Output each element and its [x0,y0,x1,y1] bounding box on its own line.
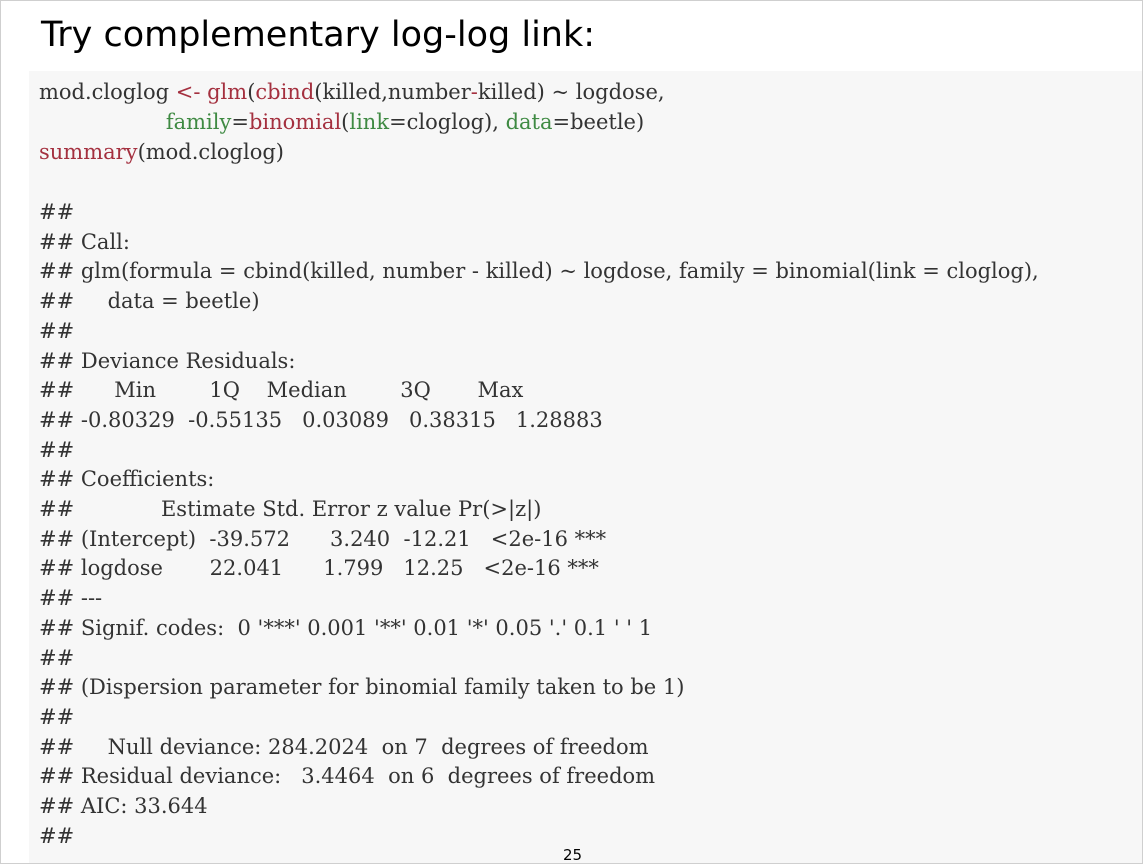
output-line: ## [39,823,75,848]
output-line: ## [39,437,75,462]
code-token: (mod.cloglog) [137,140,284,164]
code-token: - [470,80,478,104]
code-token: =beetle) [552,110,645,134]
code-token: (killed,number [314,80,471,104]
output-line: ## data = beetle) [39,289,260,314]
code-token: = [231,110,249,134]
output-line: ## (Intercept) -39.572 3.240 -12.21 <2e-… [39,526,607,551]
output-line: ## glm(formula = cbind(killed, number - … [39,259,1039,284]
code-token: =cloglog), [389,110,506,134]
code-block: mod.cloglog <- glm(cbind(killed,number-k… [29,71,1142,863]
output-line: ## Residual deviance: 3.4464 on 6 degree… [39,764,656,789]
code-token: family [165,110,232,134]
code-token: summary [39,140,138,164]
output-line: ## [39,200,75,224]
output-line: ## Null deviance: 284.2024 on 7 degrees … [39,734,649,759]
output-line: ## Signif. codes: 0 '***' 0.001 '**' 0.0… [39,615,653,640]
output-line: ## AIC: 33.644 [39,794,208,818]
code-token: killed) ~ logdose, [477,80,665,104]
page-number: 25 [563,846,583,864]
code-token: cbind [255,80,315,104]
output-line: ## --- [39,586,103,611]
code-token: <- [175,80,201,104]
code-token: link [349,110,390,134]
slide-title: Try complementary log-log link: [41,15,596,55]
output-line: ## [39,704,75,729]
output-line: ## Deviance Residuals: [39,348,296,373]
code-token: binomial [248,110,342,134]
output-line: ## Coefficients: [39,467,215,492]
output-line: ## (Dispersion parameter for binomial fa… [39,675,685,700]
slide: Try complementary log-log link: mod.clog… [0,0,1143,864]
code-token: data [505,110,553,134]
code-line: mod.cloglog <- glm(cbind(killed,number-k… [39,77,665,107]
output-line: ## [39,318,75,343]
code-token: mod.cloglog [39,80,176,104]
output-line: ## logdose 22.041 1.799 12.25 <2e-16 *** [39,556,599,581]
output-line: ## -0.80329 -0.55135 0.03089 0.38315 1.2… [39,407,603,432]
output-line: ## [39,645,75,670]
code-line: family=binomial(link=cloglog), data=beet… [39,107,644,137]
output-line: ## Call: [39,229,130,254]
output-line: ## Estimate Std. Error z value Pr(>|z|) [39,497,542,521]
code-line: summary(mod.cloglog) [39,137,284,167]
code-token: glm [207,80,248,104]
output-line: ## Min 1Q Median 3Q Max [39,378,524,403]
